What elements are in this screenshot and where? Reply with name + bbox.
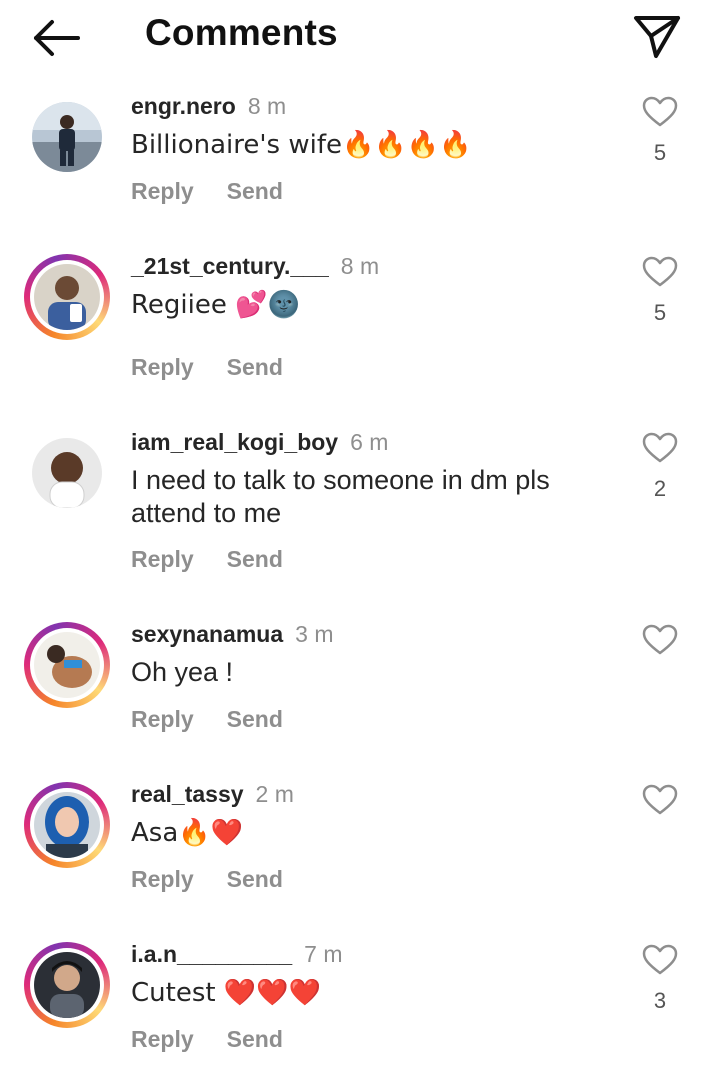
comment-text: Regiiee 💕🌚 [131, 290, 300, 320]
like-count: 5 [653, 140, 667, 165]
heart-outline-icon [642, 784, 678, 815]
comment-text: Asa🔥❤️ [131, 818, 244, 848]
comment-time: 3 m [295, 621, 334, 647]
avatar[interactable] [24, 430, 110, 516]
reply-button[interactable]: Reply [131, 706, 194, 732]
comment-time: 7 m [304, 941, 343, 967]
send-button[interactable]: Send [227, 706, 283, 732]
avatar-photo [34, 792, 100, 858]
reply-button[interactable]: Reply [131, 546, 194, 572]
like-button[interactable] [642, 256, 678, 288]
reply-button[interactable]: Reply [131, 866, 194, 892]
like-count: 5 [653, 300, 667, 325]
avatar[interactable] [24, 94, 110, 180]
avatar-photo [34, 632, 100, 698]
comment-time: 8 m [340, 253, 380, 279]
reply-button[interactable]: Reply [131, 354, 194, 380]
share-button[interactable] [630, 12, 684, 62]
avatar[interactable] [24, 942, 110, 1028]
like-button[interactable] [642, 432, 678, 464]
reply-button[interactable]: Reply [131, 1026, 194, 1052]
heart-outline-icon [642, 256, 678, 287]
like-button[interactable] [642, 624, 678, 656]
avatar-photo [34, 264, 100, 330]
comment-text: Cutest ❤️❤️❤️ [131, 978, 321, 1008]
like-button[interactable] [642, 784, 678, 816]
like-button[interactable] [642, 944, 678, 976]
send-button[interactable]: Send [227, 1026, 283, 1052]
comment-text: Billionaire's wife🔥🔥🔥🔥 [131, 130, 472, 160]
like-count: 3 [653, 988, 667, 1013]
like-count: 2 [653, 476, 667, 501]
comment-username[interactable]: real_tassy [131, 781, 244, 807]
comment-username[interactable]: engr.nero [131, 93, 236, 119]
comment-time: 8 m [247, 93, 287, 119]
comment-time: 2 m [255, 781, 294, 807]
comment-username[interactable]: _21st_century.___ [131, 253, 329, 279]
send-button[interactable]: Send [227, 546, 283, 572]
avatar[interactable] [24, 782, 110, 868]
comment-time: 6 m [350, 429, 389, 455]
comment-username[interactable]: iam_real_kogi_boy [131, 429, 338, 455]
heart-outline-icon [642, 624, 678, 655]
send-button[interactable]: Send [227, 178, 283, 204]
avatar-photo [34, 952, 100, 1018]
avatar[interactable] [24, 254, 110, 340]
heart-outline-icon [642, 432, 678, 463]
top-bar: Comments [0, 0, 720, 80]
back-button[interactable] [28, 16, 84, 60]
comment-text: Oh yea ! [131, 657, 234, 687]
reply-button[interactable]: Reply [131, 178, 194, 204]
send-button[interactable]: Send [227, 866, 283, 892]
avatar[interactable] [24, 622, 110, 708]
like-button[interactable] [642, 96, 678, 128]
paper-plane-icon [634, 16, 680, 58]
arrow-left-icon [34, 20, 80, 56]
avatar-photo [32, 438, 102, 508]
page-title: Comments [145, 12, 338, 53]
heart-outline-icon [642, 96, 678, 127]
heart-outline-icon [642, 944, 678, 975]
comment-text: I need to talk to someone in dm pls atte… [131, 465, 550, 528]
avatar-photo [32, 102, 102, 172]
comment-username[interactable]: sexynanamua [131, 621, 283, 647]
send-button[interactable]: Send [227, 354, 283, 380]
comment-username[interactable]: i.a.n_________ [131, 941, 292, 967]
